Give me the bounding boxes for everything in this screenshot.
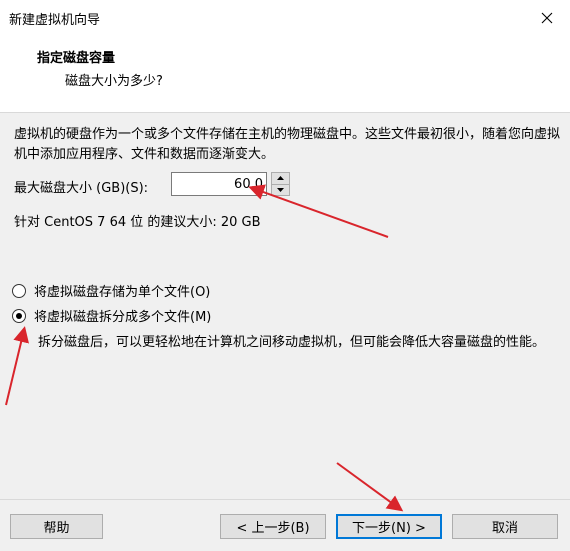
radio-single-file-label: 将虚拟磁盘存储为单个文件(O) xyxy=(34,285,211,300)
description-text: 虚拟机的硬盘作为一个或多个文件存储在主机的物理磁盘中。这些文件最初很小，随着您向… xyxy=(14,127,561,162)
close-button[interactable] xyxy=(524,0,570,36)
radio-multiple-files-label: 将虚拟磁盘拆分成多个文件(M) xyxy=(34,310,212,325)
next-button[interactable]: 下一步(N) > xyxy=(336,514,442,539)
back-button[interactable]: < 上一步(B) xyxy=(220,514,326,539)
disk-size-spinner xyxy=(271,172,290,196)
window-title: 新建虚拟机向导 xyxy=(9,13,101,28)
disk-size-input[interactable] xyxy=(171,172,267,196)
split-description-text: 拆分磁盘后，可以更轻松地在计算机之间移动虚拟机，但可能会降低大容量磁盘的性能。 xyxy=(38,335,546,350)
wizard-header: 指定磁盘容量 磁盘大小为多少? xyxy=(0,36,570,113)
help-button[interactable]: 帮助 xyxy=(10,514,103,539)
annotation-arrow-to-radio xyxy=(5,326,29,406)
cancel-button[interactable]: 取消 xyxy=(452,514,558,539)
disk-size-label: 最大磁盘大小 (GB)(S): xyxy=(14,181,149,196)
radio-multiple-files-indicator[interactable] xyxy=(12,308,26,323)
header-subtitle: 磁盘大小为多少? xyxy=(65,74,163,89)
spin-up-button[interactable] xyxy=(271,172,290,185)
radio-multiple-files[interactable]: 将虚拟磁盘拆分成多个文件(M) xyxy=(12,306,211,325)
header-title: 指定磁盘容量 xyxy=(37,51,116,66)
triangle-down-icon xyxy=(277,187,284,192)
recommended-size-text: 针对 CentOS 7 64 位 的建议大小: 20 GB xyxy=(14,215,261,230)
close-icon xyxy=(541,12,553,24)
title-bar: 新建虚拟机向导 xyxy=(0,0,570,36)
spin-down-button[interactable] xyxy=(271,184,290,196)
radio-single-file[interactable]: 将虚拟磁盘存储为单个文件(O) xyxy=(12,281,210,300)
footer-divider xyxy=(0,499,570,500)
radio-single-file-indicator[interactable] xyxy=(12,283,26,298)
triangle-up-icon xyxy=(277,176,284,181)
annotation-arrow-to-next xyxy=(336,462,404,512)
